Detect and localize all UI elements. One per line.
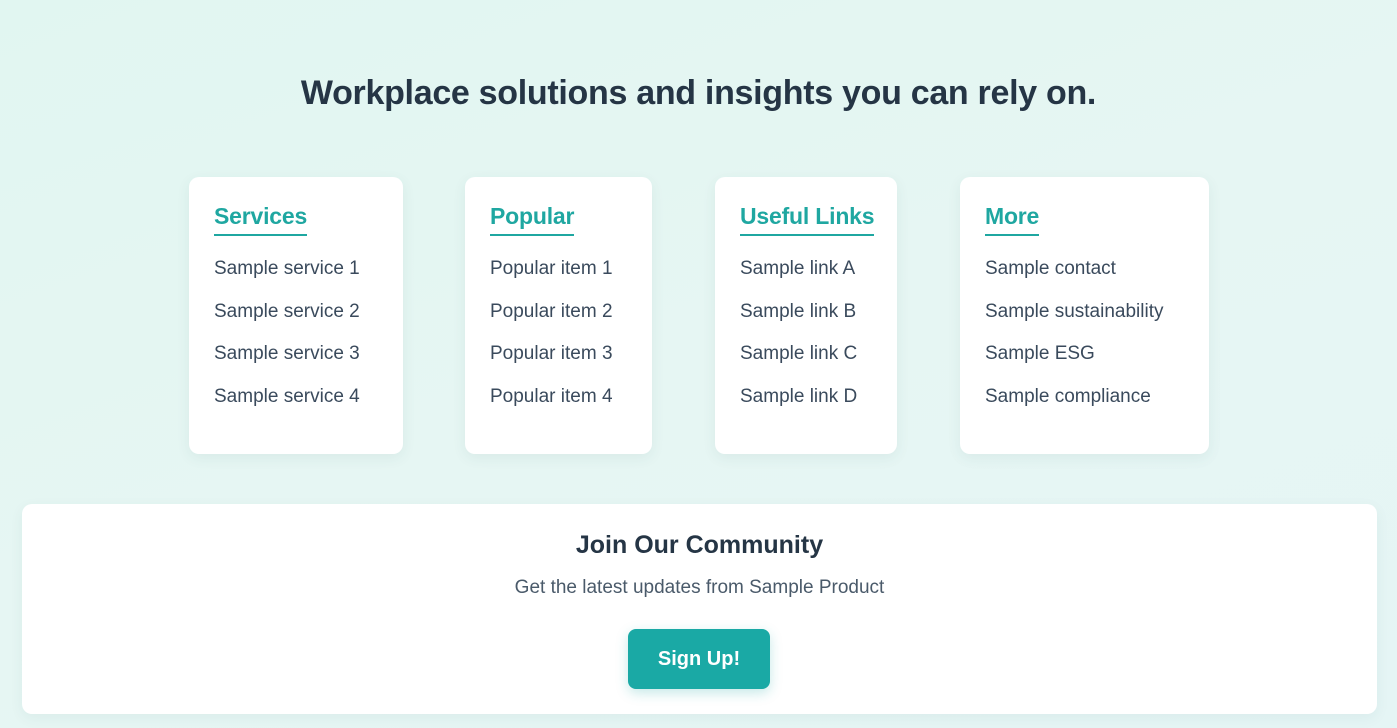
useful-links-card: Useful Links Sample link A Sample link B…: [715, 177, 897, 454]
community-title: Join Our Community: [575, 531, 824, 559]
more-link-compliance[interactable]: Sample compliance: [985, 384, 1209, 427]
services-link-4[interactable]: Sample service 4: [214, 384, 403, 427]
more-link-esg[interactable]: Sample ESG: [985, 341, 1209, 384]
popular-link-3[interactable]: Popular item 3: [490, 341, 652, 384]
popular-link-1[interactable]: Popular item 1: [490, 256, 652, 299]
useful-link-c[interactable]: Sample link C: [740, 341, 897, 384]
more-title: More: [985, 203, 1039, 236]
popular-list: Popular item 1 Popular item 2 Popular it…: [490, 256, 652, 426]
services-link-3[interactable]: Sample service 3: [214, 341, 403, 384]
useful-links-list: Sample link A Sample link B Sample link …: [740, 256, 897, 426]
popular-title: Popular: [490, 203, 574, 236]
useful-links-title: Useful Links: [740, 203, 875, 236]
services-link-1[interactable]: Sample service 1: [214, 256, 403, 299]
sign-up-button[interactable]: Sign Up!: [628, 629, 770, 689]
useful-link-a[interactable]: Sample link A: [740, 256, 897, 299]
popular-card: Popular Popular item 1 Popular item 2 Po…: [465, 177, 652, 454]
more-list: Sample contact Sample sustainability Sam…: [985, 256, 1209, 426]
community-panel: Join Our Community Get the latest update…: [22, 504, 1377, 714]
community-subtitle: Get the latest updates from Sample Produ…: [514, 577, 885, 598]
more-link-sustainability[interactable]: Sample sustainability: [985, 299, 1209, 342]
services-card: Services Sample service 1 Sample service…: [189, 177, 403, 454]
page-headline: Workplace solutions and insights you can…: [300, 74, 1097, 112]
popular-link-4[interactable]: Popular item 4: [490, 384, 652, 427]
useful-link-b[interactable]: Sample link B: [740, 299, 897, 342]
services-link-2[interactable]: Sample service 2: [214, 299, 403, 342]
services-list: Sample service 1 Sample service 2 Sample…: [214, 256, 403, 426]
useful-link-d[interactable]: Sample link D: [740, 384, 897, 427]
popular-link-2[interactable]: Popular item 2: [490, 299, 652, 342]
more-card: More Sample contact Sample sustainabilit…: [960, 177, 1209, 454]
more-link-contact[interactable]: Sample contact: [985, 256, 1209, 299]
services-title: Services: [214, 203, 307, 236]
